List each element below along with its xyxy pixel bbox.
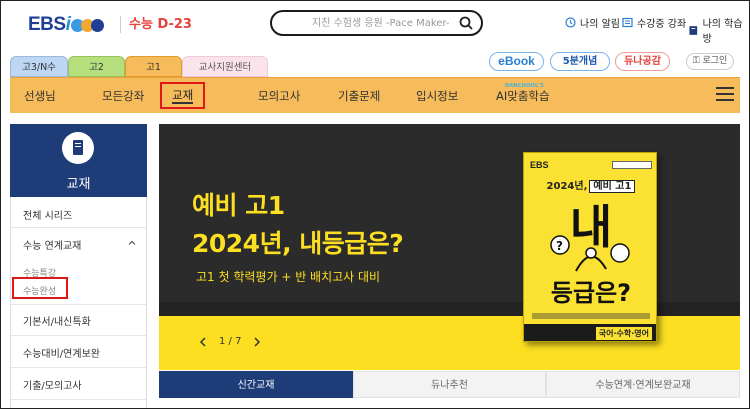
sidebar-item-all-series[interactable]: 전체 시리즈: [23, 207, 72, 222]
search-icon[interactable]: [459, 16, 473, 30]
util-label: 나의 학습방: [702, 19, 743, 45]
sidebar-item-csat-linked[interactable]: 수능 연계교재: [23, 237, 81, 252]
book-badge: [612, 161, 652, 169]
util-label: 수강중 강좌: [637, 19, 687, 30]
logo-i: i: [65, 14, 71, 35]
svg-text:?: ?: [556, 239, 563, 253]
clock-icon: [565, 17, 576, 28]
util-my-study-room[interactable]: 나의 학습방: [688, 15, 750, 45]
sidebar-item-basic-books[interactable]: 기본서/내신특화: [23, 313, 91, 328]
book-cover-image[interactable]: EBS 2024년, 예비 고1 내 ? 등급은? 국어·수학·영어: [523, 152, 657, 342]
tab-csat-linked-books[interactable]: 수능연계·연계보완교재: [546, 371, 740, 398]
nav-textbooks[interactable]: 교재: [160, 82, 206, 109]
lecture-icon: [622, 17, 633, 28]
logo-dots-icon: [71, 18, 105, 32]
chevron-left-icon[interactable]: [199, 336, 207, 347]
chevron-up-icon[interactable]: [128, 239, 136, 247]
util-notifications[interactable]: 나의 알림: [565, 15, 620, 30]
duna-button[interactable]: 듀나공감: [615, 52, 670, 71]
sidebar-item-csat-prep[interactable]: 수능대비/연계보완: [23, 345, 100, 360]
banner-subtitle: 고1 첫 학력평가 + 반 배치고사 대비: [196, 270, 381, 284]
nav-past-exams[interactable]: 기출문제: [338, 78, 380, 114]
promo-banner[interactable]: 예비 고1 2024년, 내등급은? 고1 첫 학력평가 + 반 배치고사 대비…: [159, 124, 740, 370]
tab-teacher-center[interactable]: 교사지원센터: [182, 56, 268, 77]
banner-title-line2: 2024년, 내등급은?: [192, 229, 404, 258]
nav-textbooks-label: 교재: [172, 88, 194, 104]
util-label: 나의 알림: [580, 19, 620, 30]
menu-hamburger-icon[interactable]: [716, 87, 734, 102]
ebsi-logo[interactable]: EBSi: [28, 14, 105, 36]
tab-new-textbooks[interactable]: 신간교재: [159, 371, 353, 398]
grade-tabs: 고3/N수 고2 고1 교사지원센터: [10, 56, 268, 77]
book-subjects: 국어·수학·영어: [595, 327, 652, 340]
tab-grade1[interactable]: 고1: [125, 56, 182, 77]
logo-text: EBS: [28, 14, 66, 35]
sidebar-item-past-mock[interactable]: 기출/모의고사: [23, 377, 82, 392]
util-my-lectures[interactable]: 수강중 강좌: [622, 15, 686, 30]
pager-text: 1 / 7: [219, 336, 242, 347]
login-label: 로그인: [702, 56, 728, 66]
main-nav: 선생님 모든강좌 교재 모의고사 기출문제 입시정보 DANCHOOL'S AI…: [10, 77, 740, 113]
sidebar: 전체 시리즈 수능 연계교재 수능특강 수능완성 기본서/내신특화 수능대비/연…: [10, 197, 147, 409]
sidebar-title: 교재: [66, 177, 91, 192]
nav-ai-learning[interactable]: AI맞춤학습: [496, 78, 550, 114]
tab-grade3[interactable]: 고3/N수: [10, 56, 68, 77]
lock-icon: ⚿: [692, 56, 703, 66]
login-button[interactable]: ⚿ 로그인: [686, 53, 734, 70]
highlight-box: [12, 277, 68, 299]
banner-title-line1: 예비 고1: [192, 191, 285, 220]
book-big-text2: 등급은?: [550, 279, 632, 307]
book-heading: 2024년, 예비 고1: [524, 177, 656, 193]
five-min-concept-button[interactable]: 5분개념: [550, 52, 610, 71]
textbook-icon: [62, 132, 94, 164]
chevron-right-icon[interactable]: [253, 336, 261, 347]
book-ebs-logo: EBS: [530, 160, 549, 170]
book-icon: [689, 25, 698, 35]
ebook-button[interactable]: eBook: [489, 52, 544, 71]
dday-counter: 수능 D-23: [120, 16, 192, 33]
tab-duna-recommend[interactable]: 듀나추천: [353, 371, 546, 398]
sidebar-header: 교재: [10, 124, 147, 197]
nav-mock-exams[interactable]: 모의고사: [258, 78, 300, 114]
banner-pager: 1 / 7: [199, 336, 261, 347]
search-box[interactable]: [270, 10, 492, 36]
tab-grade2[interactable]: 고2: [68, 56, 125, 77]
nav-admission-info[interactable]: 입시정보: [416, 78, 458, 114]
nav-teachers[interactable]: 선생님: [24, 78, 56, 114]
nav-all-courses[interactable]: 모든강좌: [102, 78, 144, 114]
